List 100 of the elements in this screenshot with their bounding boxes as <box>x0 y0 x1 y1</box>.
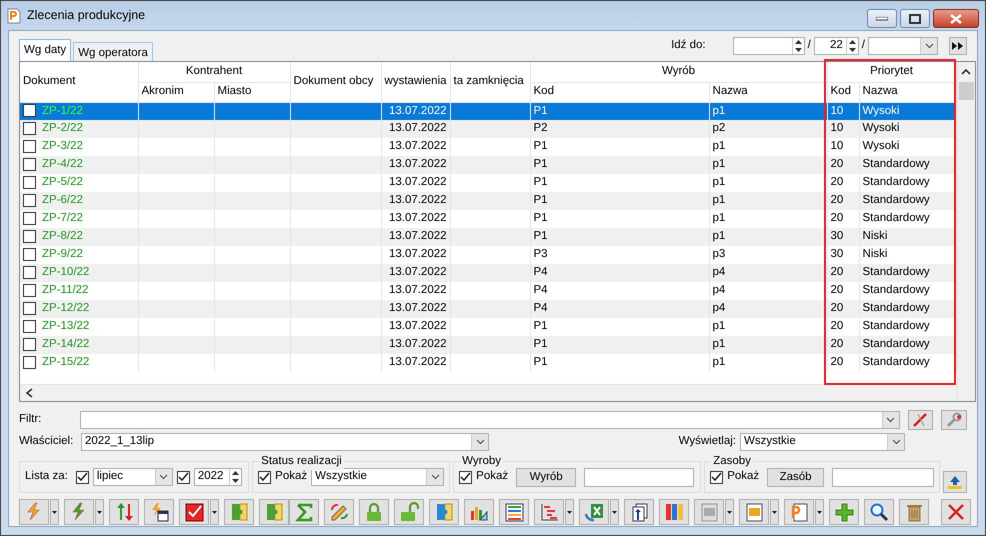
dropdown-button[interactable] <box>610 499 619 525</box>
checkbox[interactable] <box>76 470 89 484</box>
number-field[interactable] <box>732 37 805 55</box>
caret-icon <box>52 510 57 514</box>
filter-field[interactable] <box>80 411 900 429</box>
table-cell: 10 <box>827 102 860 120</box>
column-header[interactable]: Kod <box>827 82 860 102</box>
resource-button[interactable]: Zasób <box>767 468 824 486</box>
row-checkbox[interactable] <box>23 266 36 279</box>
column-header[interactable]: Miasto <box>214 82 290 102</box>
text-field[interactable] <box>584 468 694 486</box>
checkbox[interactable] <box>258 470 272 484</box>
close-button[interactable] <box>933 9 979 28</box>
maximize-button[interactable] <box>900 9 930 28</box>
checkbox[interactable] <box>176 470 190 484</box>
settings-button[interactable] <box>941 410 967 430</box>
dropdown-button[interactable] <box>210 499 219 525</box>
column-header[interactable]: Nazwa <box>709 82 828 102</box>
toolbar-button[interactable] <box>179 499 209 525</box>
column-header[interactable]: Nazwa <box>859 82 956 102</box>
row-checkbox[interactable] <box>23 320 36 333</box>
checkbox[interactable] <box>710 470 724 484</box>
separator-text: / <box>862 38 865 54</box>
column-group-header: Priorytet <box>827 62 956 82</box>
document-number[interactable]: ZP-3/22 <box>42 140 83 152</box>
next-button[interactable] <box>949 37 967 55</box>
table-cell: P4 <box>530 264 710 282</box>
table-cell: Wysoki <box>859 102 956 120</box>
upload-button[interactable] <box>943 471 967 493</box>
column-header[interactable]: wystawienia <box>381 62 450 102</box>
table-cell: Standardowy <box>859 192 956 210</box>
dropdown-button[interactable] <box>95 499 104 525</box>
column-header[interactable]: Dokument <box>20 62 138 102</box>
year-field[interactable]: 2022 <box>194 468 242 486</box>
row-checkbox[interactable] <box>23 230 36 243</box>
plus-icon <box>834 502 854 522</box>
product-button[interactable]: Wyrób <box>516 468 576 486</box>
row-checkbox[interactable] <box>23 284 36 297</box>
status-dropdown[interactable]: Wszystkie <box>311 468 444 486</box>
document-number[interactable]: ZP-11/22 <box>42 284 88 296</box>
toolbar-button[interactable] <box>739 499 769 525</box>
tab[interactable]: Wg daty <box>19 39 72 61</box>
table-cell: Wysoki <box>859 120 956 138</box>
wrench-icon <box>945 412 964 428</box>
table-cell: Standardowy <box>859 156 956 174</box>
table-cell: 13.07.2022 <box>381 192 450 210</box>
row-checkbox[interactable] <box>23 338 36 351</box>
table-cell: 10 <box>827 120 860 138</box>
scrollbar-thumb[interactable] <box>958 82 974 100</box>
text-field[interactable] <box>832 468 934 486</box>
column-header[interactable]: ta zamknięcia <box>450 62 530 102</box>
checkbox[interactable] <box>459 470 472 484</box>
row-checkbox[interactable] <box>23 248 36 261</box>
document-number[interactable]: ZP-13/22 <box>42 320 90 332</box>
row-checkbox[interactable] <box>23 158 36 171</box>
checkbox-label: Pokaż <box>275 469 308 484</box>
column-header[interactable]: Akronim <box>138 82 214 102</box>
door-icon <box>434 502 454 522</box>
spinner-icon <box>794 39 802 53</box>
table-cell: 20 <box>827 156 860 174</box>
toolbar-button[interactable] <box>624 499 654 525</box>
document-number[interactable]: ZP-7/22 <box>42 212 83 224</box>
clear-filter-button[interactable] <box>908 410 934 430</box>
pencil-icon <box>329 502 349 522</box>
minimize-icon <box>876 16 888 20</box>
month-dropdown[interactable]: lipiec <box>92 468 173 486</box>
number-field[interactable]: 22 <box>814 37 859 55</box>
toolbar-button[interactable] <box>499 499 529 525</box>
toolbar-button[interactable] <box>784 499 814 525</box>
toolbar-button[interactable] <box>144 499 174 525</box>
dropdown-button[interactable] <box>725 499 734 525</box>
display-dropdown[interactable]: Wszystkie <box>740 433 905 451</box>
row-checkbox[interactable] <box>23 140 36 153</box>
table-cell: Standardowy <box>859 300 956 318</box>
dropdown-button[interactable] <box>565 499 574 525</box>
row-checkbox[interactable] <box>23 356 36 369</box>
toolbar-button[interactable] <box>864 499 894 525</box>
document-number[interactable]: ZP-5/22 <box>42 176 83 188</box>
row-checkbox[interactable] <box>23 122 36 135</box>
dropdown-button[interactable] <box>815 499 824 525</box>
column-header[interactable]: Kod <box>530 82 710 102</box>
caret-icon <box>727 510 732 514</box>
toolbar-button[interactable] <box>464 499 494 525</box>
toolbar-button[interactable] <box>534 499 564 525</box>
minimize-button[interactable] <box>867 9 897 28</box>
dropdown-button[interactable] <box>50 499 59 525</box>
column-group-header: Kontrahent <box>138 62 290 82</box>
row-checkbox[interactable] <box>23 212 36 225</box>
dropdown-button[interactable] <box>770 499 779 525</box>
owner-dropdown[interactable]: 2022_1_13lip <box>81 433 489 451</box>
column-header[interactable]: Dokument obcy <box>290 62 382 102</box>
tab[interactable]: Wg operatora <box>73 42 153 61</box>
row-checkbox[interactable] <box>23 104 36 118</box>
row-checkbox[interactable] <box>23 194 36 207</box>
row-checkbox[interactable] <box>23 302 36 315</box>
document-number[interactable]: ZP-15/22 <box>42 356 90 368</box>
table-cell: p1 <box>709 336 828 354</box>
document-number[interactable]: ZP-9/22 <box>42 248 83 260</box>
door-icon <box>264 502 284 522</box>
row-checkbox[interactable] <box>23 176 36 189</box>
